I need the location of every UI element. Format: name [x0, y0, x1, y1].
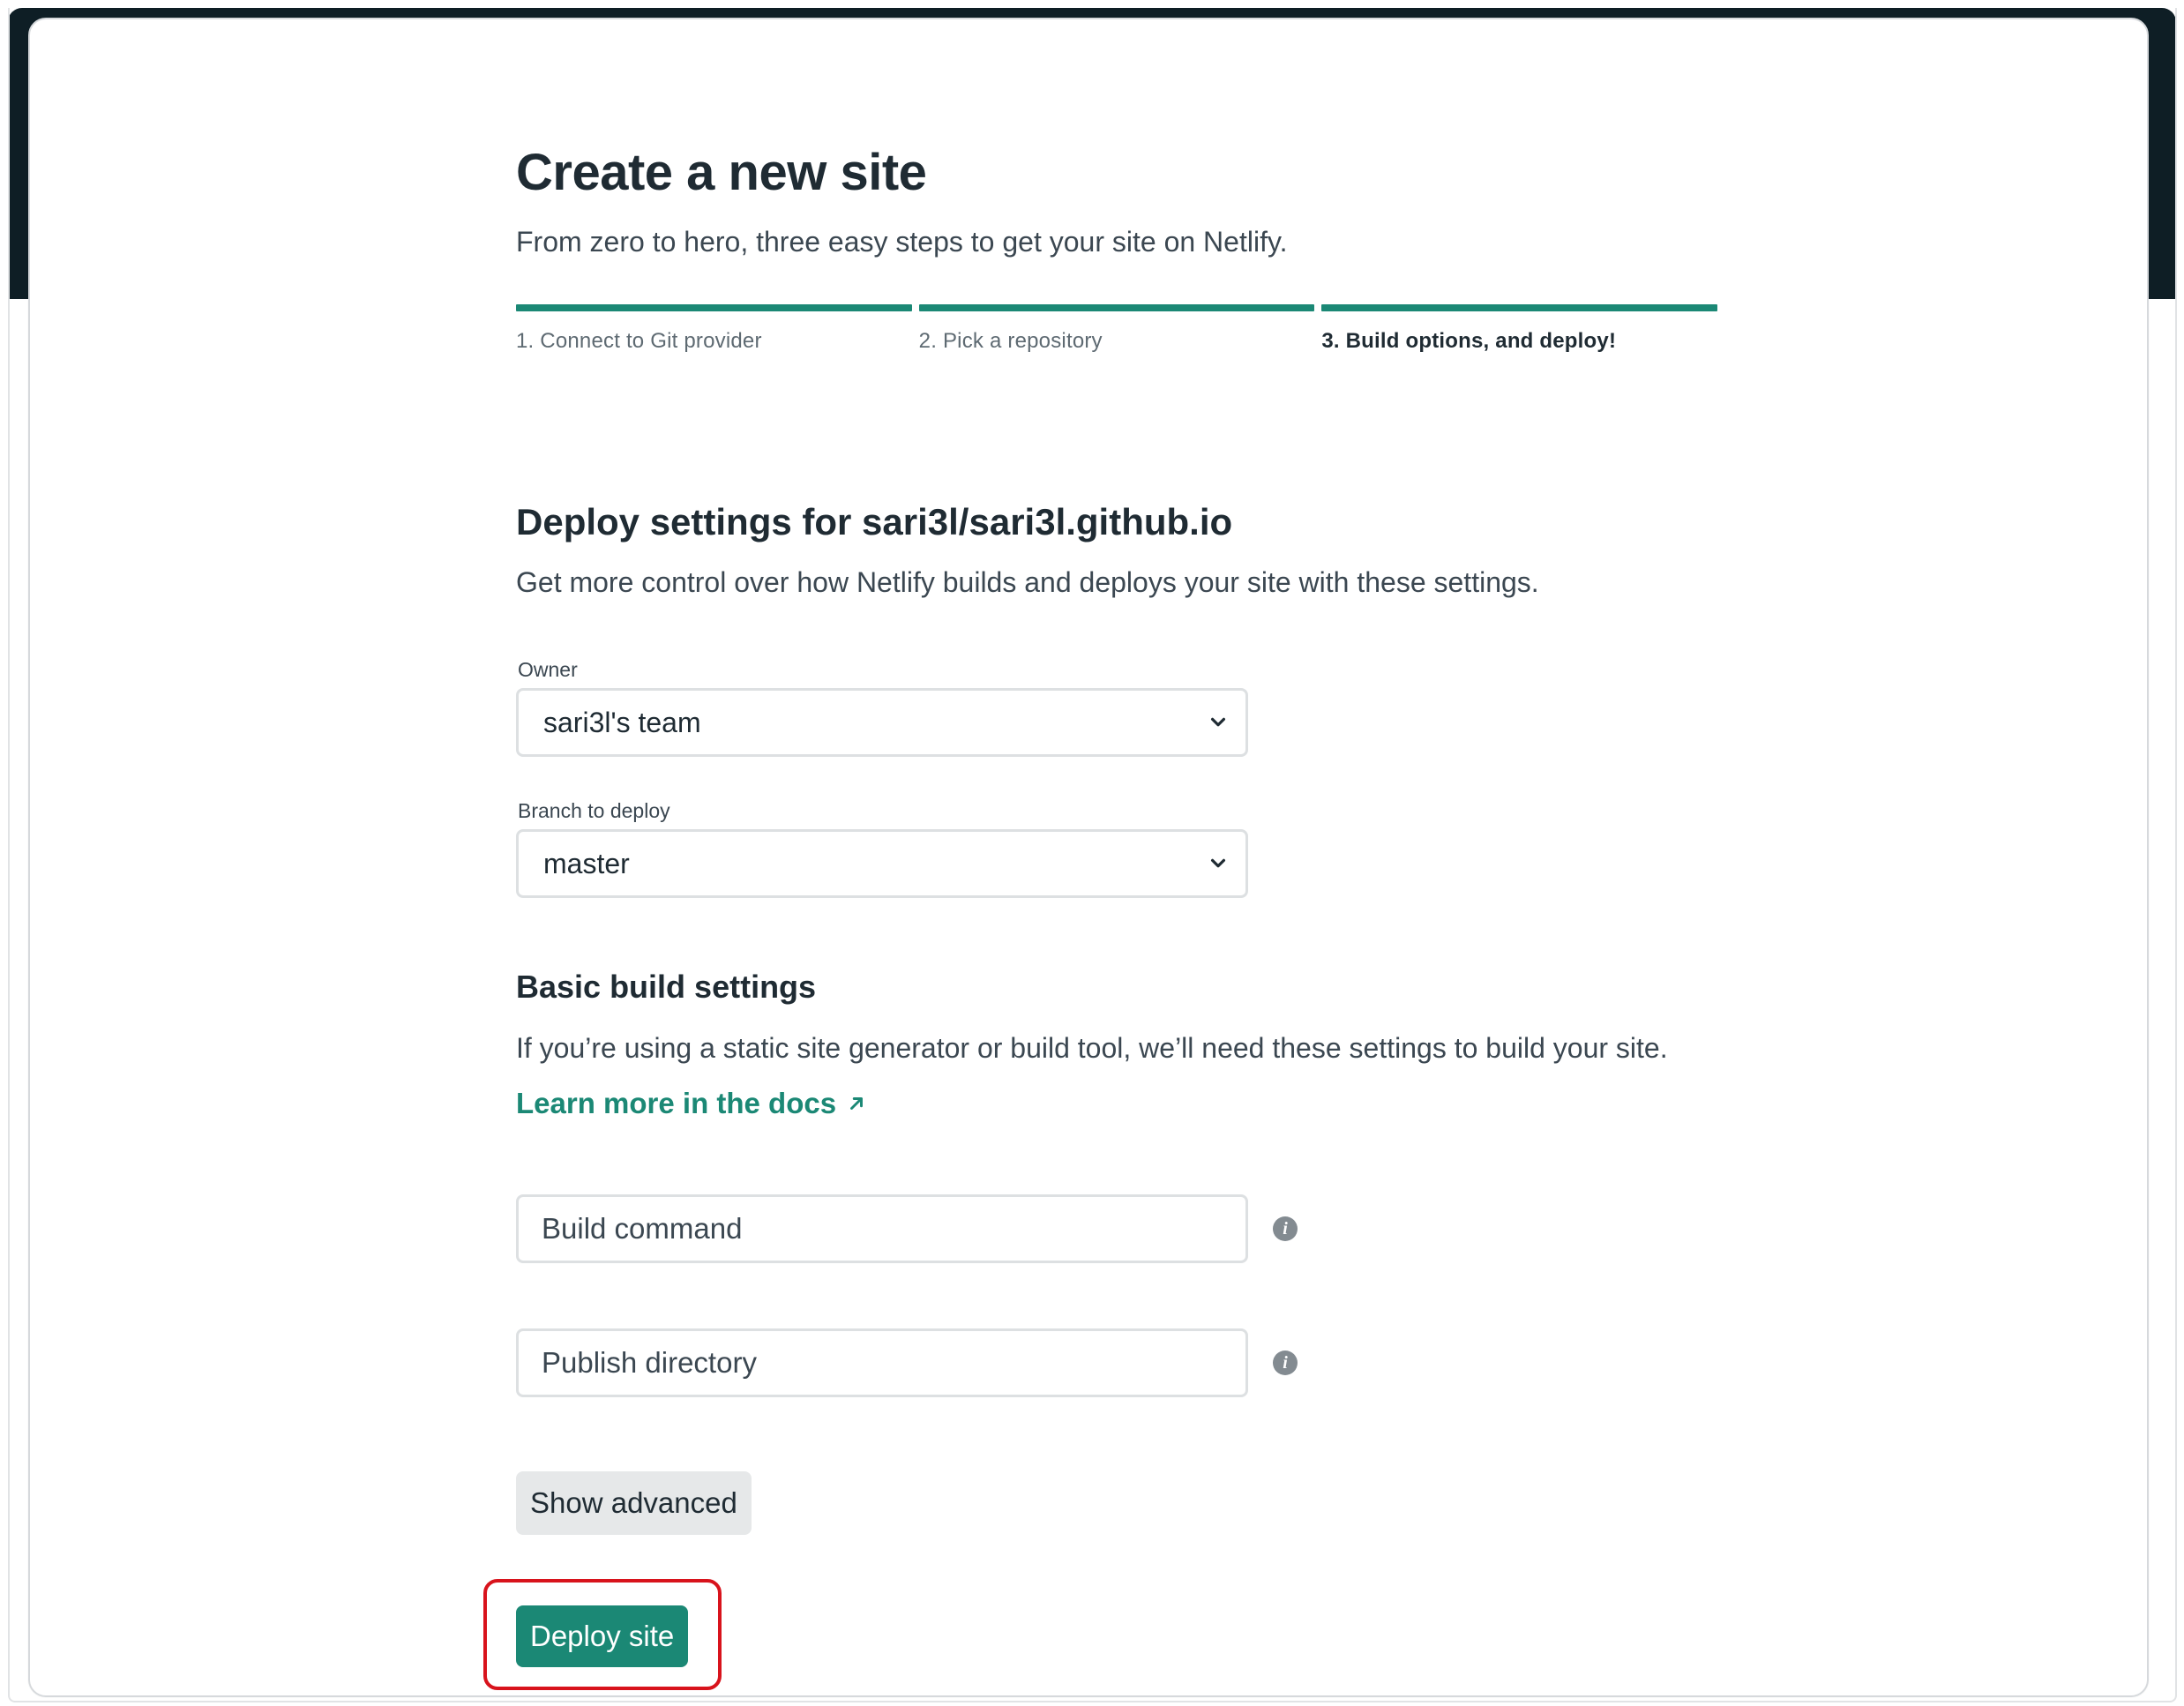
deploy-settings-title: Deploy settings for sari3l/sari3l.github…: [516, 501, 1233, 542]
step-progress-bar: [516, 304, 912, 311]
arrow-up-right-icon: [850, 1097, 864, 1110]
owner-select-value: sari3l's team: [543, 706, 701, 738]
step-connect-git[interactable]: 1. Connect to Git provider: [516, 304, 912, 354]
step-progress: 1. Connect to Git provider 2. Pick a rep…: [516, 304, 1718, 354]
step-pick-repository[interactable]: 2. Pick a repository: [918, 304, 1315, 354]
learn-more-docs-link[interactable]: Learn more in the docs: [516, 1087, 866, 1120]
owner-select[interactable]: sari3l's team: [516, 688, 1248, 757]
branch-label: Branch to deploy: [518, 799, 670, 822]
chevron-down-icon: [1210, 858, 1226, 868]
deploy-site-button[interactable]: Deploy site: [516, 1605, 689, 1667]
build-command-input[interactable]: [516, 1194, 1248, 1263]
branch-select[interactable]: master: [516, 829, 1248, 898]
deploy-settings-description: Get more control over how Netlify builds…: [516, 566, 1539, 598]
build-command-info-icon[interactable]: i: [1273, 1216, 1298, 1241]
owner-label: Owner: [518, 658, 578, 681]
publish-directory-info-icon[interactable]: i: [1273, 1351, 1298, 1375]
show-advanced-button[interactable]: Show advanced: [516, 1471, 752, 1535]
step-progress-bar: [918, 304, 1315, 311]
create-site-panel: Create a new site From zero to hero, thr…: [28, 18, 2149, 1697]
step-progress-bar: [1321, 304, 1718, 311]
page-title: Create a new site: [516, 144, 927, 201]
publish-directory-input[interactable]: [516, 1328, 1248, 1397]
docs-link-label: Learn more in the docs: [516, 1087, 837, 1119]
build-settings-description: If you’re using a static site generator …: [516, 1032, 1668, 1064]
branch-select-value: master: [543, 847, 630, 879]
step-label: 2. Pick a repository: [918, 329, 1103, 353]
step-label: 1. Connect to Git provider: [516, 329, 762, 353]
page-subtitle: From zero to hero, three easy steps to g…: [516, 226, 1288, 258]
step-build-deploy: 3. Build options, and deploy!: [1321, 304, 1718, 354]
chevron-down-icon: [1210, 717, 1226, 727]
step-label-active: 3. Build options, and deploy!: [1321, 329, 1617, 353]
build-settings-title: Basic build settings: [516, 969, 817, 1005]
